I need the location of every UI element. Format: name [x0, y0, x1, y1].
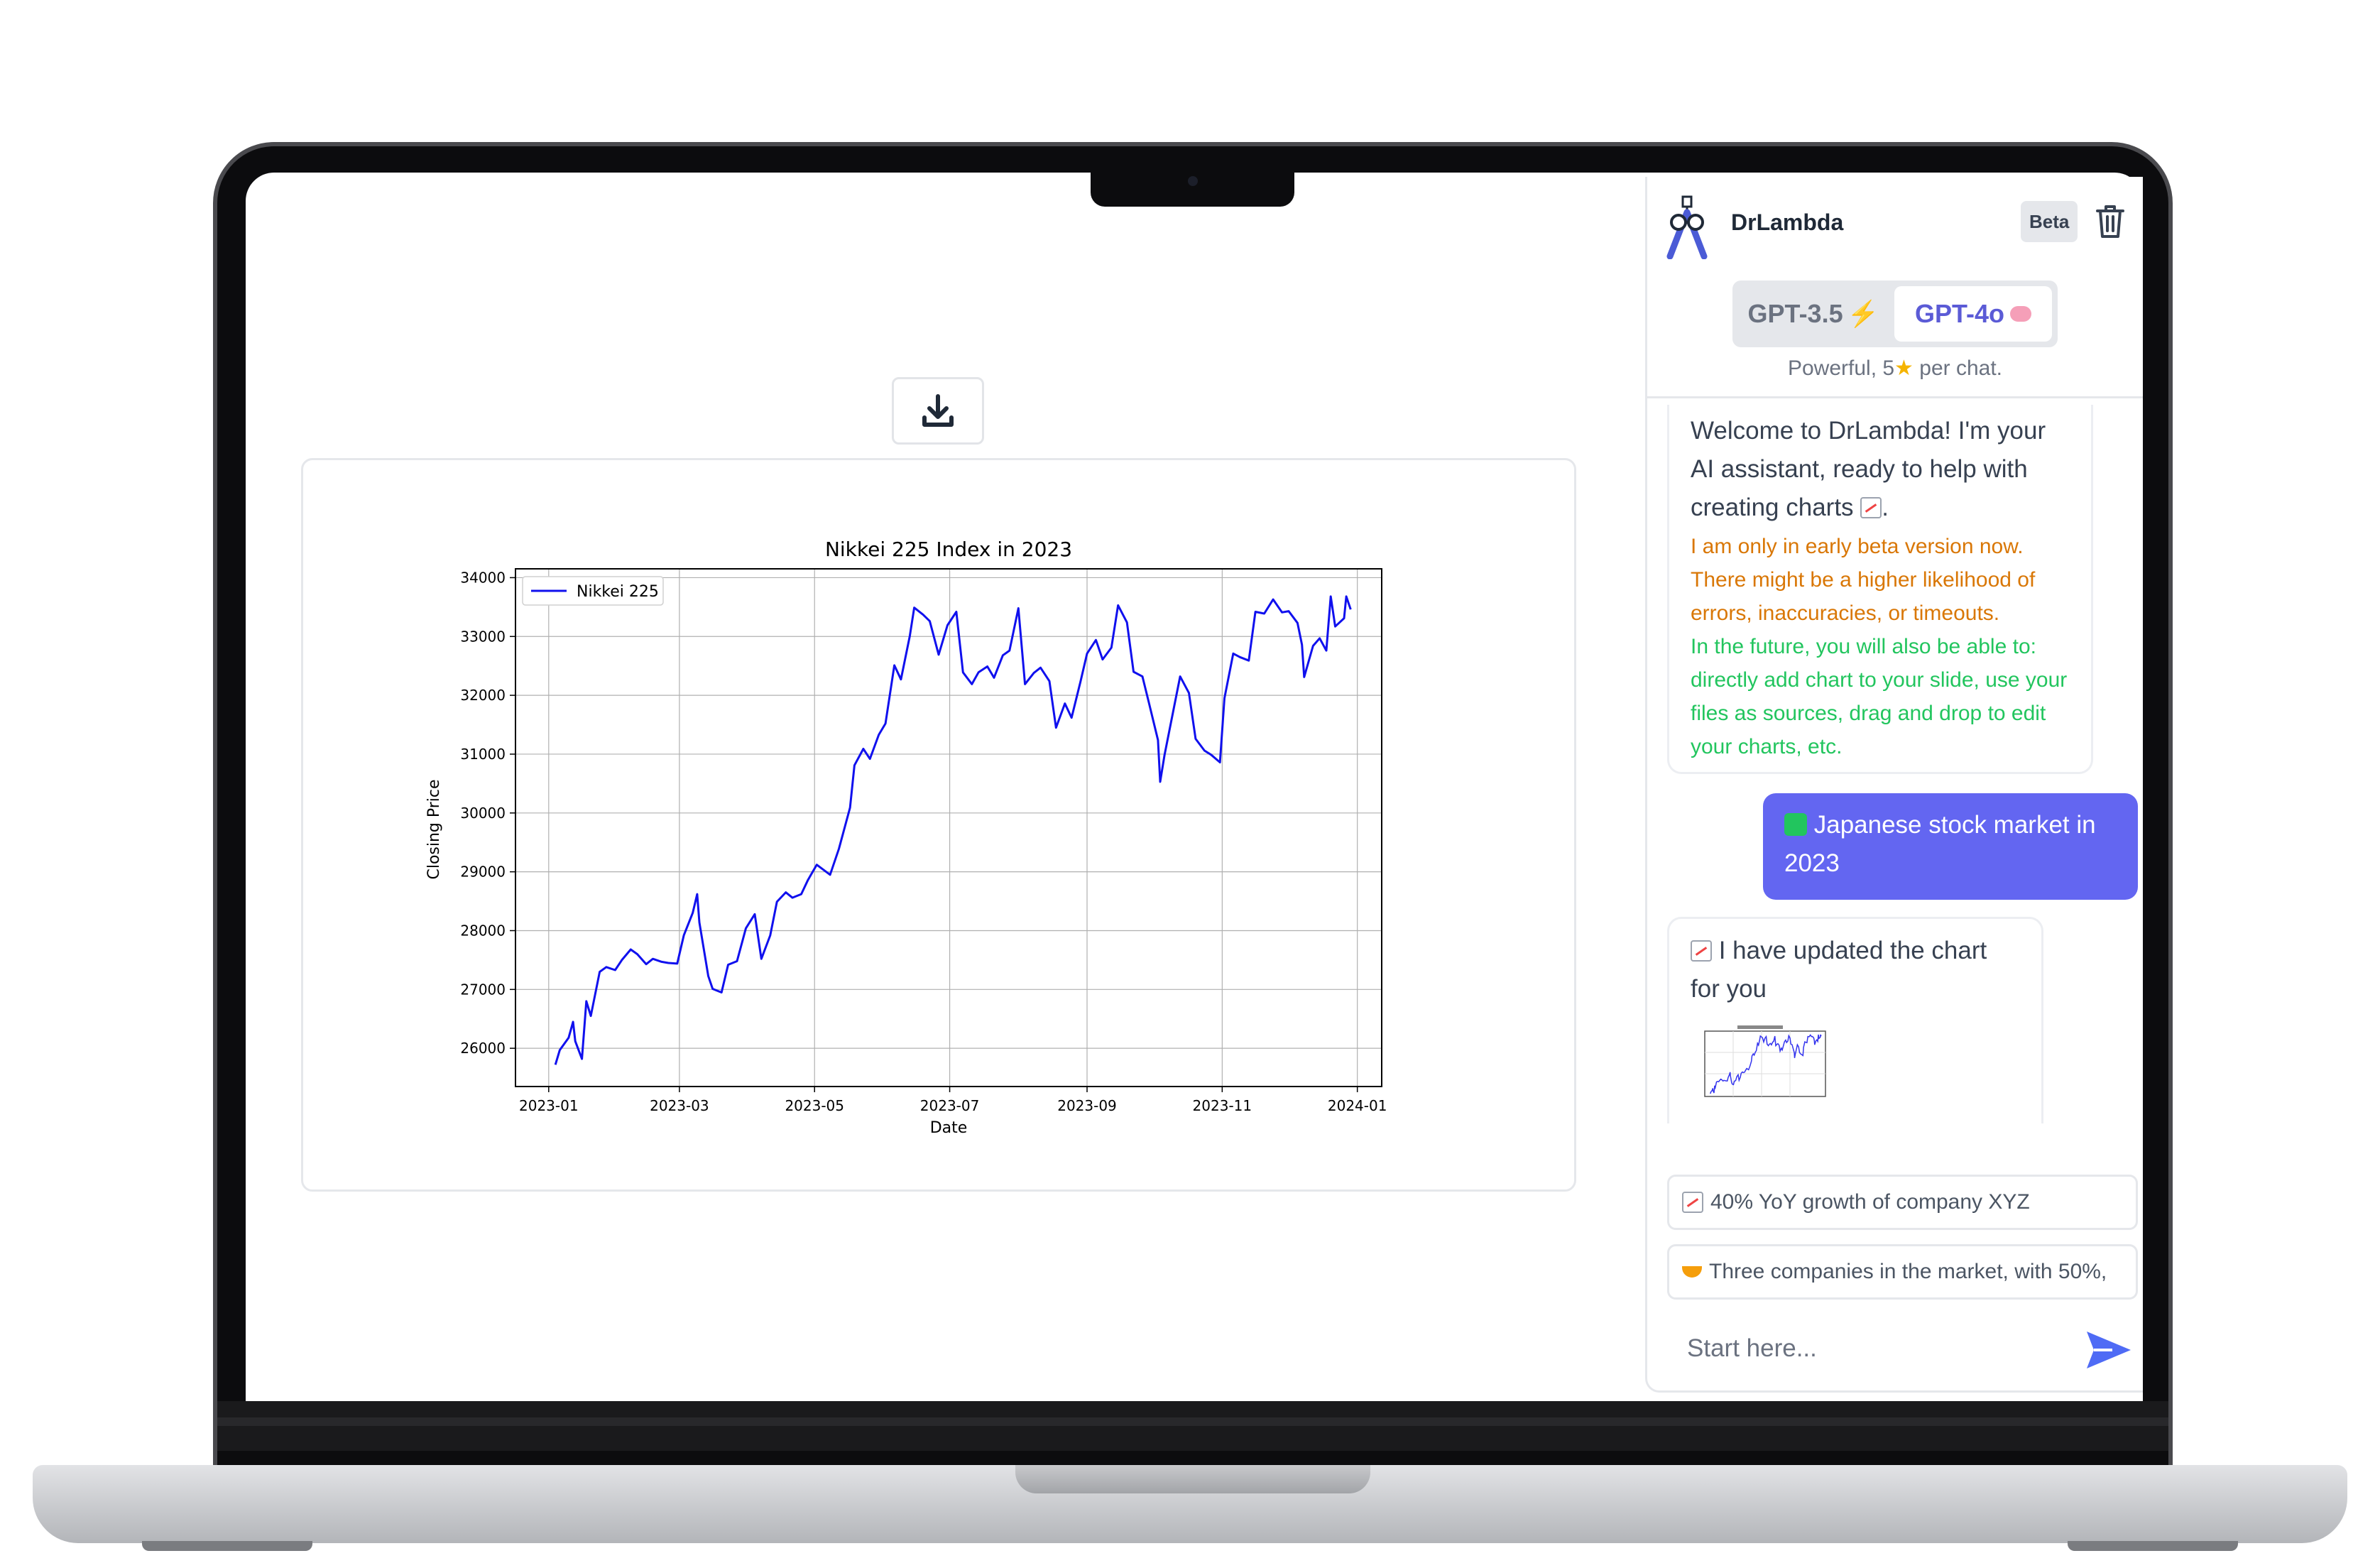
chart-y-tick-label: 26000	[460, 1040, 506, 1057]
laptop-foot-left	[142, 1541, 312, 1551]
chart-x-tick-label: 2023-05	[785, 1097, 844, 1114]
chart-x-tick-label: 2024-01	[1328, 1097, 1387, 1114]
chart-series-line	[554, 595, 1352, 1065]
laptop-chin-strip	[217, 1417, 2168, 1426]
chart-y-tick-label: 32000	[460, 687, 506, 704]
chart-x-tick-label: 2023-11	[1193, 1097, 1252, 1114]
message-list[interactable]: Welcome to DrLambda! I'm your AI assista…	[1647, 401, 2143, 1123]
beta-badge: Beta	[2021, 201, 2078, 242]
welcome-future: In the future, you will also be able to:…	[1691, 635, 2068, 758]
user-message: Japanese stock market in 2023	[1763, 793, 2138, 900]
chart-y-tick-label: 30000	[460, 805, 506, 822]
send-icon[interactable]	[2084, 1329, 2134, 1371]
chart-y-tick-label: 29000	[460, 864, 506, 881]
chart-x-tick-label: 2023-07	[920, 1097, 980, 1114]
chart-x-tick-label: 2023-09	[1057, 1097, 1117, 1114]
laptop-foot-right	[2068, 1541, 2238, 1551]
download-icon	[922, 393, 954, 427]
chart-x-axis-label: Date	[930, 1119, 968, 1137]
app-title: DrLambda	[1731, 209, 1844, 235]
model-option-gpt4o[interactable]: GPT-4o	[1894, 286, 2052, 342]
bot-message: I have updated the chart for you	[1667, 917, 2043, 1123]
chart-y-tick-label: 31000	[460, 746, 506, 763]
suggestion-growth-text: 40% YoY growth of company XYZ	[1710, 1190, 2030, 1214]
chat-input[interactable]	[1664, 1320, 2062, 1377]
user-message-text: Japanese stock market in 2023	[1784, 811, 2096, 877]
bot-message-text: I have updated the chart for you	[1691, 937, 1987, 1003]
chat-panel: DrLambda Beta GPT-3.5 ⚡ GPT-4o Powerful, …	[1645, 177, 2143, 1393]
nikkei-chart: Nikkei 225 Index in 2023 Date Closing Pr…	[425, 538, 1387, 1137]
chart-increasing-yen-icon	[1784, 813, 1807, 836]
chart-emoji-icon	[1860, 497, 1882, 518]
laptop-chin	[217, 1401, 2168, 1451]
suggestion-market-share[interactable]: Three companies in the market, with 50%,	[1667, 1244, 2138, 1300]
lightning-icon: ⚡	[1847, 299, 1879, 328]
chart-emoji-icon	[1691, 940, 1712, 962]
model-subtitle: Powerful, 5★ per chat.	[1647, 356, 2143, 381]
star-icon: ★	[1894, 356, 1914, 380]
chat-header: DrLambda Beta GPT-3.5 ⚡ GPT-4o Powerful, …	[1647, 177, 2143, 398]
model-subtitle-suffix: per chat.	[1913, 356, 2003, 380]
drlambda-logo	[1666, 195, 1708, 259]
chart-y-tick-label: 34000	[460, 569, 506, 586]
chart-x-tick-label: 2023-03	[650, 1097, 709, 1114]
chart-thumbnail[interactable]	[1691, 1024, 1828, 1102]
laptop-opening-notch	[1015, 1465, 1370, 1493]
model-subtitle-prefix: Powerful, 5	[1787, 356, 1895, 380]
chart-emoji-icon	[1682, 1192, 1703, 1213]
model-toggle: GPT-3.5 ⚡ GPT-4o	[1732, 281, 2058, 347]
welcome-message: Welcome to DrLambda! I'm your AI assista…	[1667, 405, 2093, 774]
chart-y-tick-label: 28000	[460, 922, 506, 939]
suggestion-market-share-text: Three companies in the market, with 50%,	[1709, 1260, 2107, 1283]
brain-icon	[2010, 306, 2032, 322]
camera-icon	[1188, 176, 1198, 186]
chart-y-axis-label: Closing Price	[425, 779, 443, 879]
chart-y-tick-label: 27000	[460, 981, 506, 998]
chart-x-tick-label: 2023-01	[519, 1097, 579, 1114]
suggestion-growth[interactable]: 40% YoY growth of company XYZ	[1667, 1175, 2138, 1230]
chart-legend: Nikkei 225	[522, 576, 664, 606]
model-option-gpt35[interactable]: GPT-3.5 ⚡	[1738, 286, 1889, 342]
download-button[interactable]	[892, 377, 984, 445]
chart-title: Nikkei 225 Index in 2023	[825, 538, 1072, 561]
legend-label: Nikkei 225	[577, 583, 659, 601]
model-option-gpt35-label: GPT-3.5	[1747, 299, 1843, 328]
trash-icon[interactable]	[2095, 204, 2126, 239]
model-option-gpt4o-label: GPT-4o	[1914, 299, 2005, 328]
welcome-warning: I am only in early beta version now. The…	[1691, 535, 2036, 625]
chart-y-tick-label: 33000	[460, 628, 506, 645]
pie-icon	[1682, 1266, 1702, 1278]
